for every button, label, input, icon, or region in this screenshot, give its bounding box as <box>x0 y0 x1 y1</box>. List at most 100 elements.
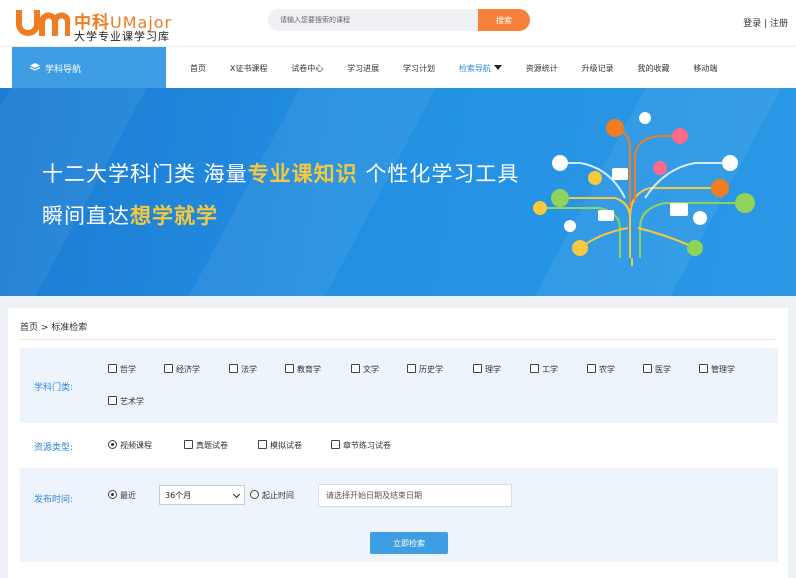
subject-checkbox-education[interactable]: 教育学 <box>285 364 321 375</box>
subject-checkbox-history[interactable]: 历史学 <box>407 364 443 375</box>
subject-checkbox-engineering[interactable]: 工学 <box>530 364 558 375</box>
time-filter-row: 发布时间: 最近 36个月 起止时间 立即检索 <box>20 468 778 562</box>
nav-item-home[interactable]: 首页 <box>190 63 206 74</box>
checkbox-box <box>587 364 596 373</box>
subject-checkbox-label: 医学 <box>655 365 671 374</box>
date-range-input[interactable] <box>318 484 512 507</box>
subject-checkbox-medicine[interactable]: 医学 <box>643 364 671 375</box>
hero-banner: 十二大学科门类 海量专业课知识 个性化学习工具 瞬间直达想学就学 <box>0 88 796 296</box>
subject-checkbox-economics[interactable]: 经济学 <box>164 364 200 375</box>
checkbox-box <box>229 364 238 373</box>
checkbox-box <box>530 364 539 373</box>
subject-checkbox-art[interactable]: 艺术学 <box>108 396 144 407</box>
resource-option-label: 章节练习试卷 <box>343 441 391 450</box>
caret-down-icon <box>493 65 502 70</box>
subject-checkbox-label: 管理学 <box>711 365 735 374</box>
nav-item-mobile[interactable]: 移动端 <box>693 63 717 74</box>
banner-line1-a: 十二大学科门类 海量 <box>42 162 248 186</box>
checkbox-box <box>699 364 708 373</box>
subject-label: 学科门类: <box>34 383 74 393</box>
subject-filter-row: 学科门类: 哲学 经济学 法学 教育学 文学 历史学 理学 工学 农学 医学 管… <box>20 348 778 423</box>
main-nav: 学科导航 首页 X证书课程 试卷中心 学习进展 学习计划 检索导航 资源统计 升… <box>0 46 796 89</box>
time-label: 发布时间: <box>34 495 74 505</box>
checkbox-box <box>258 440 267 449</box>
recent-period-select[interactable]: 36个月 <box>159 485 245 505</box>
auth-links: 登录 | 注册 <box>743 16 788 29</box>
subject-checkbox-label: 艺术学 <box>120 397 144 406</box>
banner-stripe <box>0 88 172 296</box>
logo-subtitle: 大学专业课学习库 <box>74 30 170 43</box>
layers-icon <box>29 63 41 75</box>
radio-dot <box>250 490 259 499</box>
login-link[interactable]: 登录 <box>743 19 761 29</box>
resource-option-label: 模拟试卷 <box>270 441 302 450</box>
nav-item-exam-center[interactable]: 试卷中心 <box>291 63 323 74</box>
time-recent-label: 最近 <box>120 491 136 500</box>
nav-item-favorites[interactable]: 我的收藏 <box>637 63 669 74</box>
subject-checkbox-science[interactable]: 理学 <box>473 364 501 375</box>
top-header: 中科UMajor 大学专业课学习库 搜索 登录 | 注册 <box>0 0 796 46</box>
auth-separator: | <box>764 19 768 29</box>
subject-checkbox-management[interactable]: 管理学 <box>699 364 735 375</box>
umajor-logo-icon <box>16 10 70 36</box>
subject-nav-label: 学科导航 <box>45 65 82 75</box>
nav-item-search-nav-label: 检索导航 <box>458 64 491 73</box>
time-radio-recent[interactable]: 最近 <box>108 490 136 501</box>
radio-dot <box>108 490 117 499</box>
subject-checkbox-philosophy[interactable]: 哲学 <box>108 364 136 375</box>
search-input[interactable] <box>268 9 478 31</box>
checkbox-box <box>407 364 416 373</box>
search-button[interactable]: 搜索 <box>478 9 530 31</box>
banner-line2-highlight: 想学就学 <box>130 204 218 228</box>
checkbox-box <box>331 440 340 449</box>
nav-item-resource-stats[interactable]: 资源统计 <box>526 63 558 74</box>
subject-checkbox-label: 哲学 <box>120 365 136 374</box>
banner-line2-a: 瞬间直达 <box>42 204 130 228</box>
banner-line1-highlight: 专业课知识 <box>247 162 358 186</box>
nav-item-study-plan[interactable]: 学习计划 <box>403 63 435 74</box>
nav-item-x-cert-courses[interactable]: X证书课程 <box>230 63 267 74</box>
resource-option-label: 视频课程 <box>120 441 152 450</box>
banner-line1-b: 个性化学习工具 <box>357 162 520 186</box>
radio-dot <box>108 440 117 449</box>
subject-nav-button[interactable]: 学科导航 <box>12 47 166 89</box>
recent-period-value: 36个月 <box>165 491 192 500</box>
resource-filter-row: 资源类型: 视频课程 真题试卷 模拟试卷 章节练习试卷 <box>20 430 778 462</box>
chevron-down-icon <box>232 490 241 499</box>
checkbox-box <box>164 364 173 373</box>
nav-item-search-nav[interactable]: 检索导航 <box>459 63 502 74</box>
checkbox-box <box>351 364 360 373</box>
nav-item-upgrade-records[interactable]: 升级记录 <box>582 63 614 74</box>
resource-checkbox-chapter-exercise[interactable]: 章节练习试卷 <box>331 440 391 451</box>
subject-checkbox-label: 经济学 <box>176 365 200 374</box>
subject-checkbox-label: 文学 <box>363 365 379 374</box>
subject-checkbox-label: 理学 <box>485 365 501 374</box>
checkbox-box <box>108 364 117 373</box>
checkbox-box <box>643 364 652 373</box>
subject-checkbox-law[interactable]: 法学 <box>229 364 257 375</box>
register-link[interactable]: 注册 <box>770 19 788 29</box>
subject-checkbox-literature[interactable]: 文学 <box>351 364 379 375</box>
resource-radio-video[interactable]: 视频课程 <box>108 440 152 451</box>
search-submit-button[interactable]: 立即检索 <box>370 532 448 554</box>
banner-subline: 瞬间直达想学就学 <box>42 200 218 230</box>
time-radio-range[interactable]: 起止时间 <box>250 490 294 501</box>
site-logo[interactable]: 中科UMajor 大学专业课学习库 <box>16 6 176 43</box>
subject-checkbox-label: 农学 <box>599 365 615 374</box>
nav-menu: 首页 X证书课程 试卷中心 学习进展 学习计划 检索导航 资源统计 升级记录 我… <box>190 63 738 74</box>
nav-item-learning-progress[interactable]: 学习进展 <box>347 63 379 74</box>
checkbox-box <box>184 440 193 449</box>
banner-headline: 十二大学科门类 海量专业课知识 个性化学习工具 <box>42 158 519 188</box>
breadcrumb-divider <box>20 339 776 340</box>
knowledge-circuit-illustration <box>533 112 755 266</box>
time-range-label: 起止时间 <box>262 491 294 500</box>
search-bar: 搜索 <box>268 9 530 31</box>
resource-checkbox-mock-exam[interactable]: 模拟试卷 <box>258 440 302 451</box>
subject-checkbox-label: 工学 <box>542 365 558 374</box>
resource-option-label: 真题试卷 <box>196 441 228 450</box>
checkbox-box <box>473 364 482 373</box>
subject-checkbox-label: 教育学 <box>297 365 321 374</box>
subject-checkbox-agriculture[interactable]: 农学 <box>587 364 615 375</box>
resource-label: 资源类型: <box>34 443 74 453</box>
resource-checkbox-real-exam[interactable]: 真题试卷 <box>184 440 228 451</box>
